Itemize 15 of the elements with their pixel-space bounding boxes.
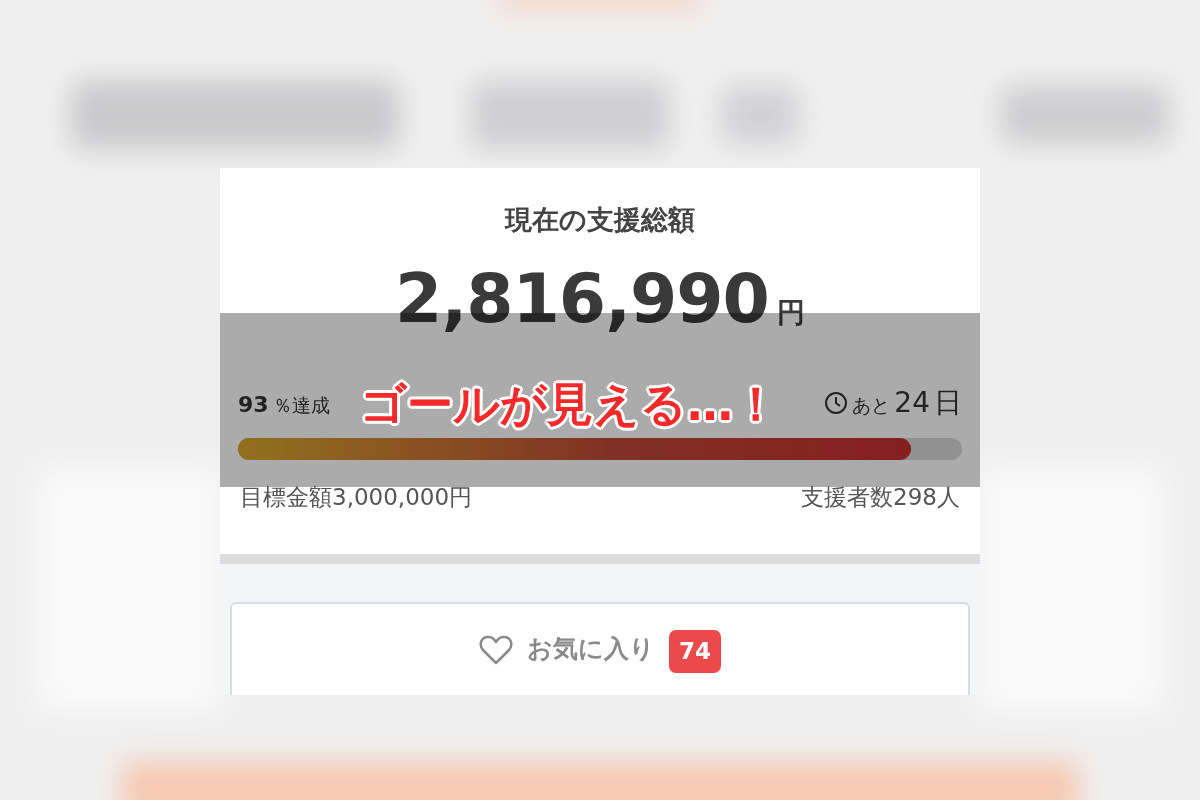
days-unit: 日 (934, 384, 962, 421)
amount-text: 2,816,990 (395, 264, 769, 333)
caption-text: ゴールが見える…！ (360, 376, 779, 433)
favorite-button[interactable]: お気に入り 74 (230, 602, 970, 695)
days-text: 24 (894, 384, 930, 421)
remaining-prefix: あと (852, 392, 891, 418)
backers-text: 支援者数298人 (801, 482, 960, 512)
clock-icon (824, 390, 849, 415)
currency-text: 円 (776, 294, 805, 331)
card-title: 現在の支援総額 (503, 203, 696, 237)
count-badge: 74 (669, 630, 721, 673)
heart-icon (479, 634, 513, 666)
percent-label: ％達成 (272, 392, 330, 418)
percent-text: 93 (238, 390, 269, 419)
goal-text: 目標金額3,000,000円 (240, 482, 473, 512)
